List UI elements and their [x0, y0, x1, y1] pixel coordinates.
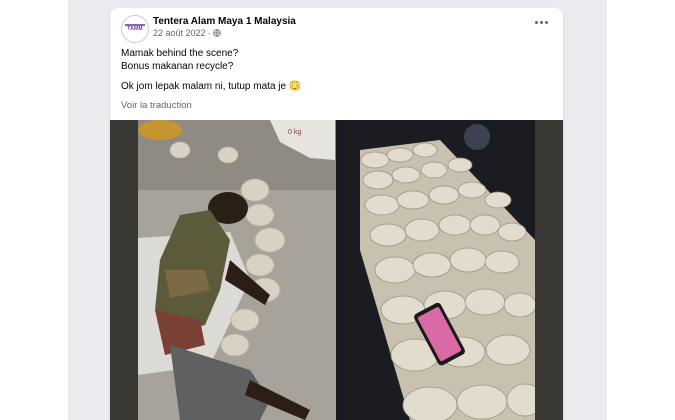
globe-icon [212, 29, 221, 37]
post-meta: 22 août 2022 · [153, 28, 221, 38]
photo-divider [336, 120, 340, 420]
right-margin [607, 0, 675, 420]
post-date[interactable]: 22 août 2022 [153, 28, 206, 38]
left-margin [0, 0, 68, 420]
page-name-link[interactable]: Tentera Alam Maya 1 Malaysia [153, 16, 296, 27]
see-translation-link[interactable]: Voir la traduction [121, 100, 192, 111]
light-glare [464, 124, 490, 150]
caption-line-1: Mamak behind the scene? [121, 48, 239, 59]
photo-right-edge [535, 120, 563, 420]
yellow-bucket [138, 120, 182, 140]
photo-illustration: 0 kg [110, 120, 563, 420]
caption-line-3: Ok jom lepak malam ni, tutup mata je 😳 [121, 81, 302, 92]
post-photo[interactable]: 0 kg [110, 120, 563, 420]
caption-line-2: Bonus makanan recycle? [121, 61, 234, 72]
avatar-logo-text: TAMM [127, 26, 143, 32]
more-options-icon[interactable] [535, 21, 549, 27]
photo-left-edge [110, 120, 138, 420]
meta-separator: · [207, 28, 211, 38]
avatar-stripe [125, 24, 145, 26]
bag-print: 0 kg [288, 129, 301, 136]
page-avatar[interactable]: TAMM [121, 15, 149, 43]
post-card: TAMM Tentera Alam Maya 1 Malaysia 22 aoû… [110, 8, 563, 420]
post-caption: Mamak behind the scene? Bonus makanan re… [121, 47, 301, 93]
